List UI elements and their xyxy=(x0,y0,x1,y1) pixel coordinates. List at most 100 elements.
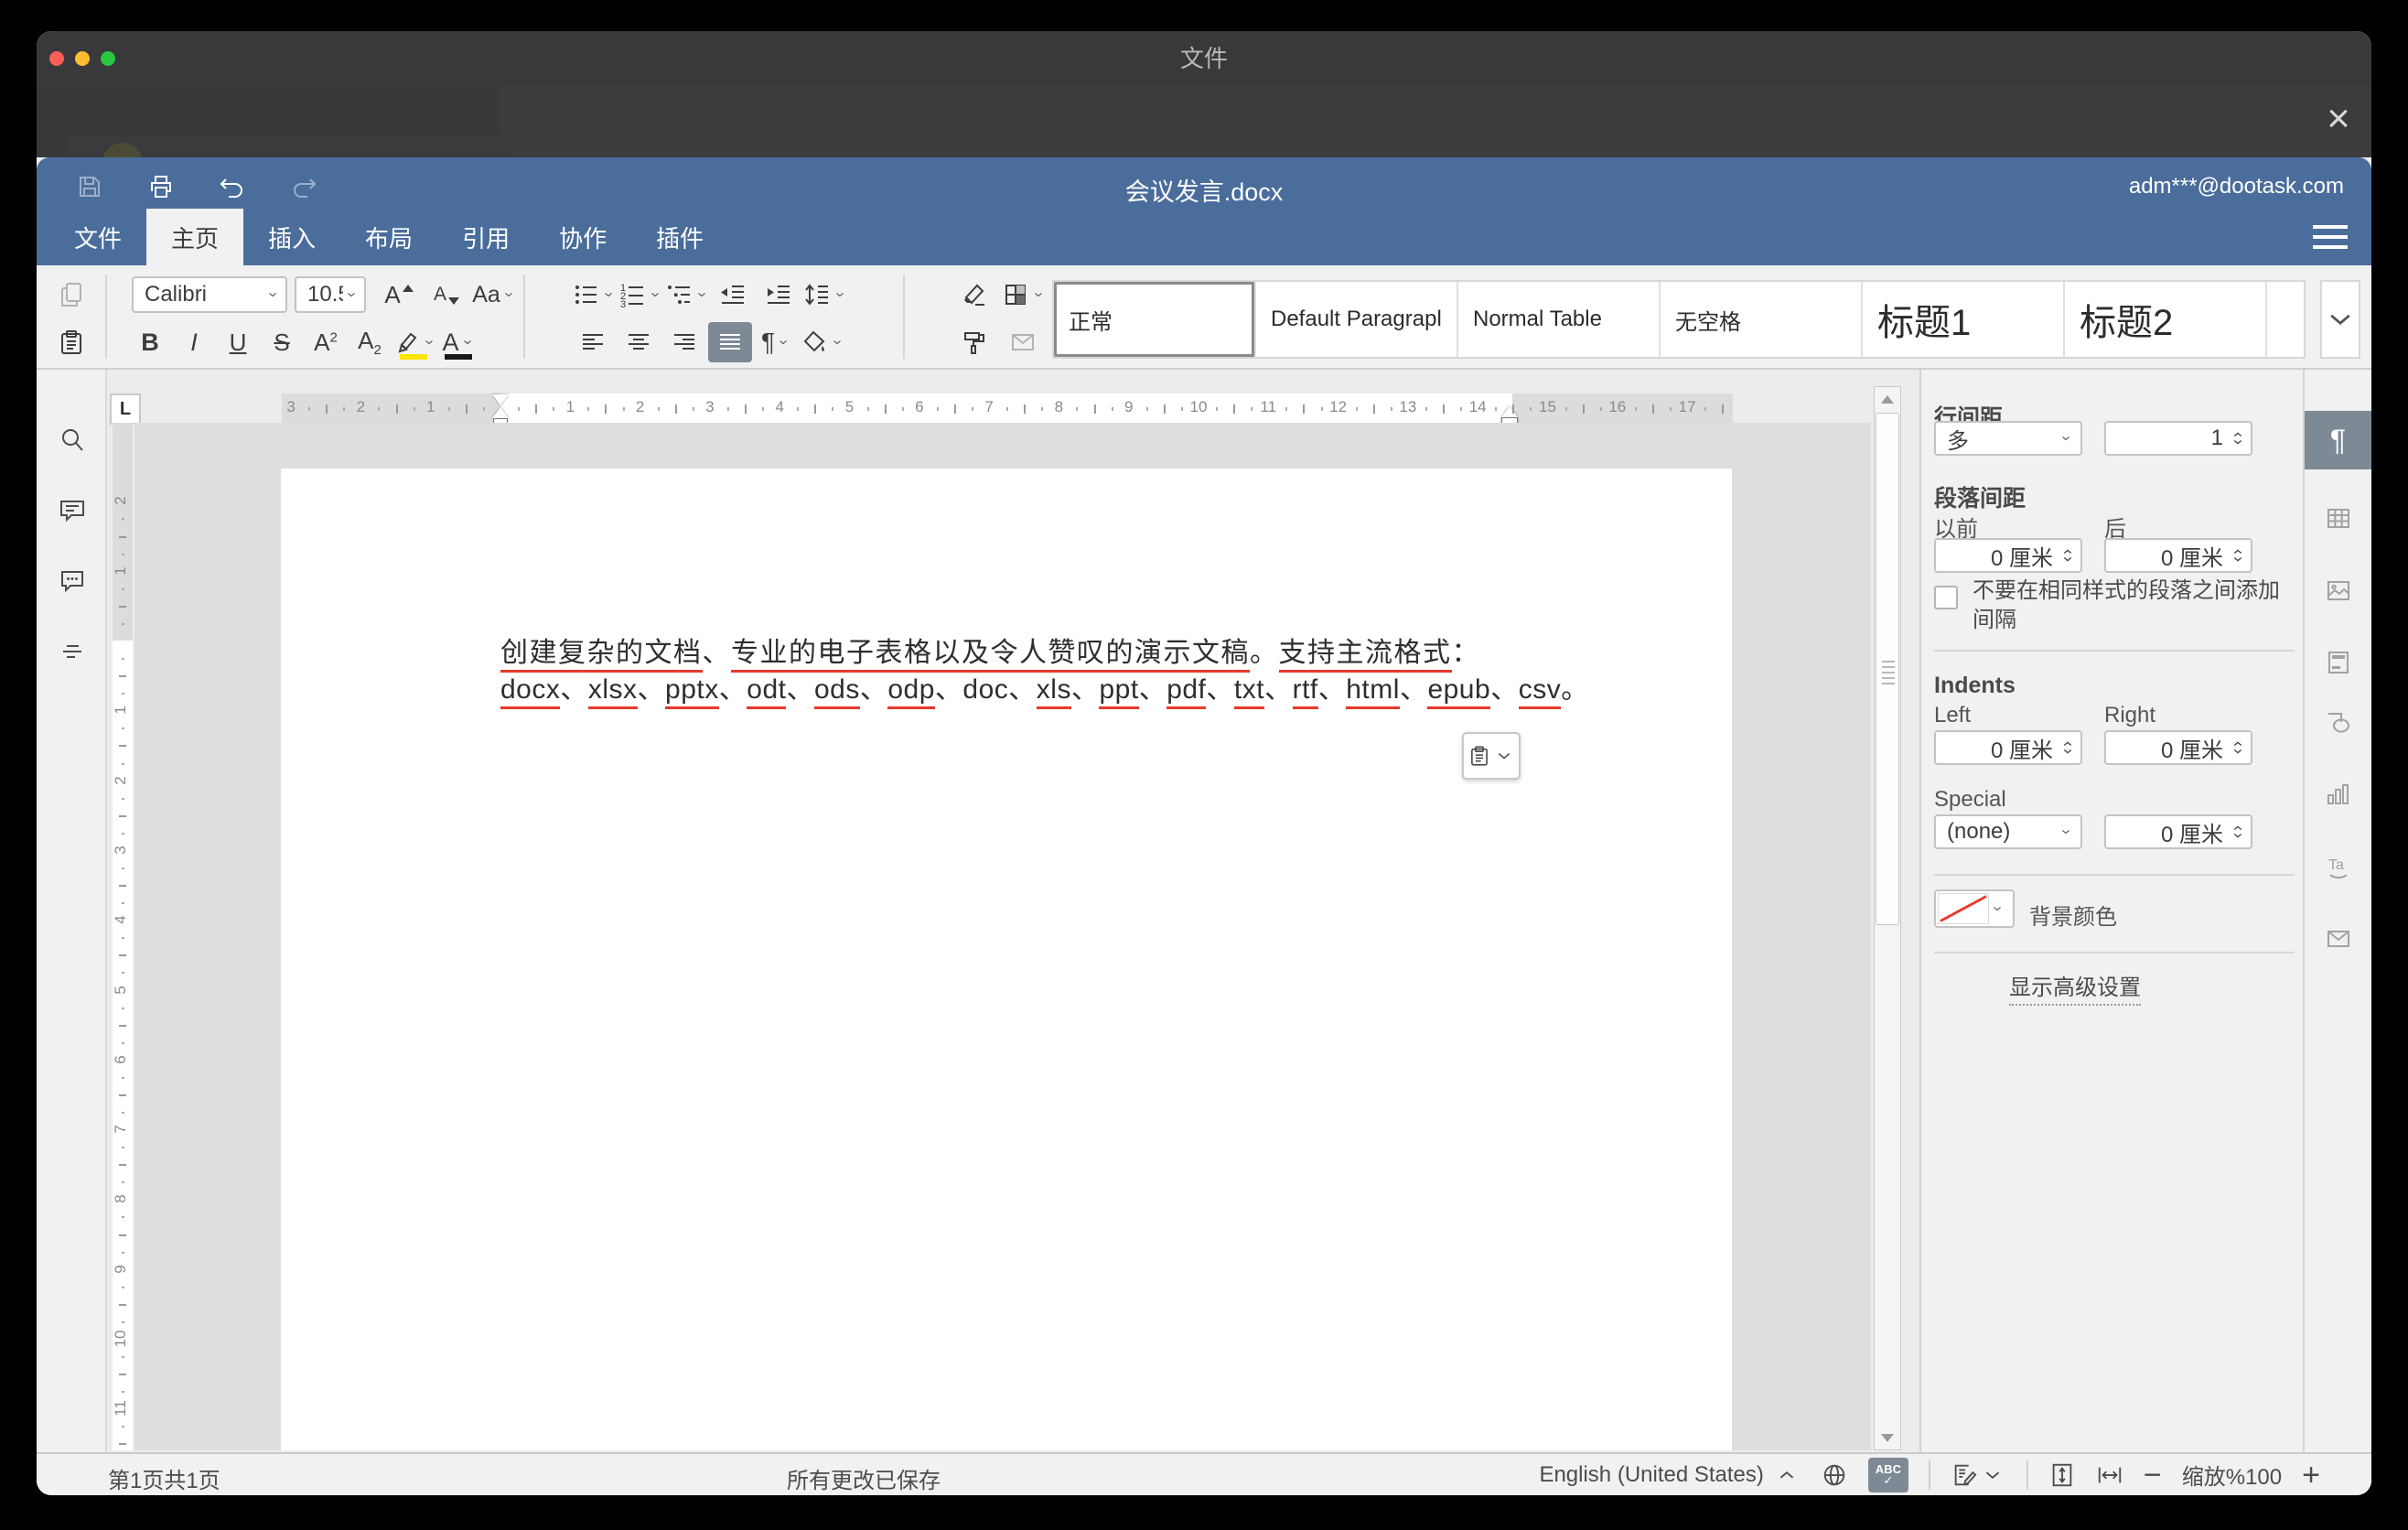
search-button[interactable] xyxy=(52,420,92,460)
language-selector[interactable]: English (United States) xyxy=(1539,1461,1800,1489)
vertical-ruler[interactable]: 211234567891011 xyxy=(113,423,133,1450)
paragraph-settings-button[interactable]: ¶ xyxy=(2305,411,2371,469)
page-indicator[interactable]: 第1页共1页 xyxy=(108,1462,220,1494)
style-无空格[interactable]: 无空格 xyxy=(1661,282,1863,357)
style-标题1[interactable]: 标题1 xyxy=(1863,282,2065,357)
paste-button[interactable] xyxy=(49,322,93,362)
align-right-button[interactable] xyxy=(662,322,706,362)
background-color-picker[interactable] xyxy=(1934,889,2015,928)
navigation-button[interactable] xyxy=(52,631,92,672)
set-document-language-button[interactable] xyxy=(1821,1461,1848,1489)
image-settings-button[interactable] xyxy=(2318,570,2359,610)
indent-left-input[interactable]: 0 厘米 xyxy=(1934,730,2082,765)
increase-indent-button[interactable] xyxy=(757,275,801,315)
scroll-down-button[interactable] xyxy=(1875,1426,1900,1449)
align-justify-button[interactable] xyxy=(708,322,752,362)
line-spacing-factor-input[interactable]: 1 xyxy=(2104,421,2252,456)
comment-button[interactable] xyxy=(52,490,92,531)
change-case-button[interactable]: Aa xyxy=(472,275,516,315)
chat-button[interactable] xyxy=(52,561,92,601)
font-name-select[interactable]: Calibri xyxy=(132,276,287,313)
line-spacing-button[interactable] xyxy=(802,275,847,315)
font-color-button[interactable]: A xyxy=(436,322,480,362)
styles-gallery-expand-button[interactable] xyxy=(2320,280,2360,359)
bold-button[interactable]: B xyxy=(128,322,172,362)
font-decrement-button[interactable]: A xyxy=(425,275,468,315)
scrollbar-thumb[interactable] xyxy=(1876,413,1899,925)
spellcheck-toggle[interactable]: ABC✓ xyxy=(1868,1458,1908,1492)
spinner-arrows-icon[interactable] xyxy=(2229,542,2251,569)
tab-file[interactable]: 文件 xyxy=(49,209,146,265)
style-正常[interactable]: 正常 xyxy=(1054,282,1256,357)
fit-page-button[interactable] xyxy=(2048,1461,2076,1489)
header-footer-settings-button[interactable] xyxy=(2318,642,2359,683)
spinner-arrows-icon[interactable] xyxy=(2059,542,2080,569)
highlight-color-button[interactable] xyxy=(392,322,436,362)
shape-settings-button[interactable] xyxy=(2318,702,2359,742)
close-overlay-button[interactable]: × xyxy=(2317,97,2360,141)
tab-plugins[interactable]: 插件 xyxy=(631,209,728,265)
document-page[interactable]: 创建复杂的文档、专业的电子表格以及令人赞叹的演示文稿。支持主流格式： docx、… xyxy=(281,469,1732,1450)
no-spacing-between-checkbox[interactable] xyxy=(1934,586,1958,609)
zoom-out-button[interactable]: − xyxy=(2144,1461,2162,1489)
shading-button[interactable] xyxy=(800,322,844,362)
line-spacing-select[interactable]: 多 xyxy=(1934,421,2082,456)
mail-merge-button[interactable] xyxy=(1001,322,1045,362)
table-settings-button[interactable] xyxy=(2318,498,2359,538)
tab-layout[interactable]: 布局 xyxy=(340,209,437,265)
fit-width-button[interactable] xyxy=(2096,1461,2123,1489)
menu-button[interactable] xyxy=(2313,225,2348,249)
zoom-in-button[interactable]: + xyxy=(2302,1461,2320,1489)
show-advanced-settings-link[interactable]: 显示高级设置 xyxy=(2009,969,2141,1006)
bullets-button[interactable] xyxy=(571,275,616,315)
hanging-indent-marker[interactable] xyxy=(492,407,509,418)
vertical-scrollbar[interactable] xyxy=(1874,386,1901,1450)
chart-settings-button[interactable] xyxy=(2318,774,2359,814)
paragraph-marks-button[interactable]: ¶ xyxy=(754,322,798,362)
underline-button[interactable]: U xyxy=(216,322,260,362)
font-size-select[interactable]: 10.5 xyxy=(295,276,366,313)
copy-style-button[interactable] xyxy=(951,322,995,362)
clear-style-button[interactable] xyxy=(951,275,995,315)
mail-merge-settings-button[interactable] xyxy=(2318,919,2359,959)
track-changes-button[interactable] xyxy=(1951,1461,2006,1489)
tab-stop-selector[interactable]: L xyxy=(110,393,141,425)
style-Normal Table[interactable]: Normal Table xyxy=(1458,282,1661,357)
spinner-arrows-icon[interactable] xyxy=(2229,818,2251,846)
align-center-button[interactable] xyxy=(617,322,661,362)
paste-options-button[interactable] xyxy=(1462,732,1521,780)
tab-home[interactable]: 主页 xyxy=(146,209,243,265)
strikethrough-button[interactable]: S xyxy=(260,322,304,362)
horizontal-ruler[interactable]: 3211234567891011121314151617 xyxy=(282,393,1733,425)
zoom-level[interactable]: 缩放%100 xyxy=(2182,1459,2282,1491)
copy-button[interactable] xyxy=(49,275,93,315)
tab-references[interactable]: 引用 xyxy=(437,209,534,265)
ruler-tick xyxy=(553,407,554,411)
scroll-up-button[interactable] xyxy=(1875,387,1900,411)
decrease-indent-button[interactable] xyxy=(711,275,755,315)
ruler-tick xyxy=(675,404,677,414)
tab-collaboration[interactable]: 协作 xyxy=(534,209,631,265)
right-indent-marker[interactable] xyxy=(1501,406,1518,425)
textart-settings-button[interactable]: Ta xyxy=(2318,847,2359,888)
spinner-arrows-icon[interactable] xyxy=(2059,734,2080,761)
spacing-after-input[interactable]: 0 厘米 xyxy=(2104,538,2252,573)
style-Default Paragrapl[interactable]: Default Paragrapl xyxy=(1256,282,1458,357)
numbering-button[interactable]: 123 xyxy=(618,275,662,315)
spacing-before-input[interactable]: 0 厘米 xyxy=(1934,538,2082,573)
style-标题2[interactable]: 标题2 xyxy=(2065,282,2267,357)
italic-button[interactable]: I xyxy=(172,322,216,362)
align-left-button[interactable] xyxy=(571,322,615,362)
multilevel-list-button[interactable] xyxy=(664,275,709,315)
superscript-button[interactable]: A2 xyxy=(304,322,348,362)
subscript-button[interactable]: A2 xyxy=(348,322,392,362)
special-indent-select[interactable]: (none) xyxy=(1934,814,2082,849)
indent-right-input[interactable]: 0 厘米 xyxy=(2104,730,2252,765)
cell-shading-button[interactable] xyxy=(1001,275,1046,315)
special-indent-by-input[interactable]: 0 厘米 xyxy=(2104,814,2252,849)
font-increment-button[interactable]: A xyxy=(377,275,421,315)
tab-insert[interactable]: 插入 xyxy=(243,209,340,265)
first-line-indent-marker[interactable] xyxy=(492,394,509,405)
spinner-arrows-icon[interactable] xyxy=(2229,734,2251,761)
spinner-arrows-icon[interactable] xyxy=(2229,425,2251,452)
